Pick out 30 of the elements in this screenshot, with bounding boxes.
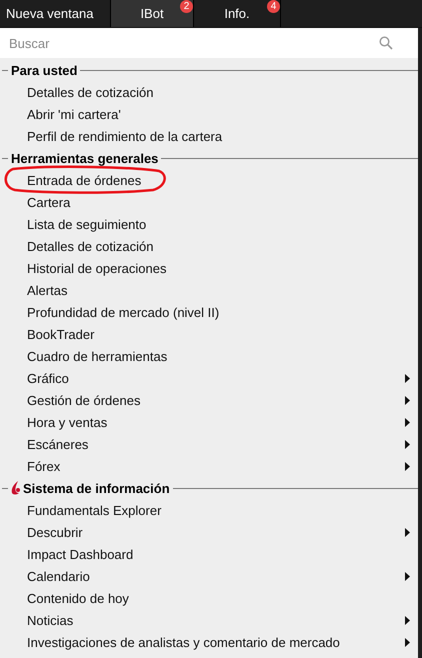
menu-item[interactable]: Cuadro de herramientas: [27, 348, 410, 364]
menu-item[interactable]: Perfil de rendimiento de la cartera: [27, 128, 410, 144]
section-heading: Herramientas generales: [11, 150, 158, 166]
menu-item[interactable]: Cartera: [27, 194, 410, 210]
menu-item[interactable]: Contenido de hoy: [27, 590, 410, 606]
menu-item[interactable]: Profundidad de mercado (nivel II): [27, 304, 410, 320]
menu-item[interactable]: Impact Dashboard: [27, 546, 410, 562]
menu-item[interactable]: Fundamentals Explorer: [27, 502, 410, 518]
menu-item[interactable]: Gestión de órdenes: [27, 392, 405, 408]
menu-item[interactable]: Investigaciones de analistas y comentario de mercado: [27, 634, 405, 650]
menu-item[interactable]: Detalles de cotización: [27, 238, 410, 254]
menu-item[interactable]: Calendario: [27, 568, 405, 584]
count-badge: 4: [267, 0, 280, 13]
menu-item[interactable]: Lista de seguimiento: [27, 216, 410, 232]
menu-item[interactable]: Escáneres: [27, 436, 405, 452]
menu-item[interactable]: Entrada de órdenes: [27, 172, 410, 188]
menu-item[interactable]: Noticias: [27, 612, 405, 628]
menu-item[interactable]: Alertas: [27, 282, 410, 298]
menu-item[interactable]: Hora y ventas: [27, 414, 405, 430]
menu-item[interactable]: Abrir 'mi cartera': [27, 106, 410, 122]
menu-item[interactable]: Gráfico: [27, 370, 405, 386]
search-icon[interactable]: [379, 36, 393, 50]
section-heading: Para usted: [11, 62, 78, 78]
menu-item[interactable]: Detalles de cotización: [27, 84, 410, 100]
menu-item[interactable]: Fórex: [27, 458, 405, 474]
menu-item[interactable]: BookTrader: [27, 326, 410, 342]
search-field[interactable]: Buscar: [0, 28, 418, 58]
menu-item[interactable]: Historial de operaciones: [27, 260, 410, 276]
menu-item[interactable]: Descubrir: [27, 524, 405, 540]
section-heading: Sistema de información: [23, 480, 170, 496]
